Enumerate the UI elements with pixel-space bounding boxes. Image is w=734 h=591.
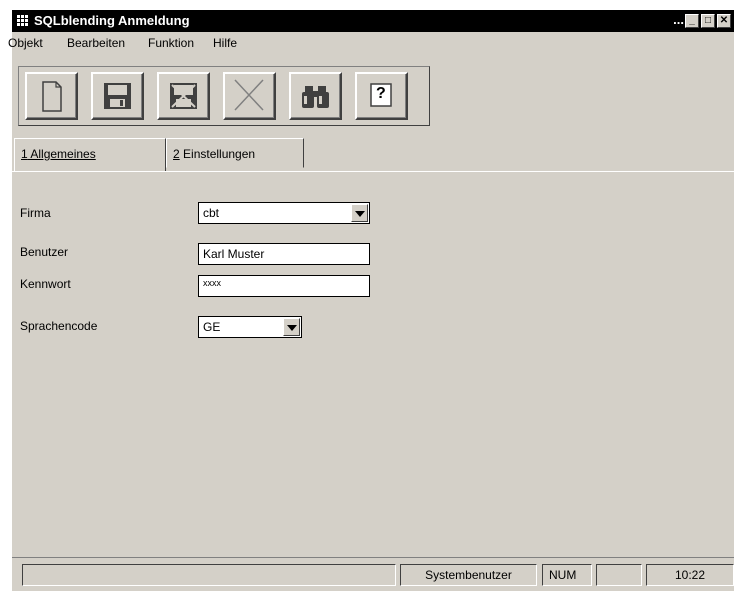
menu-objekt[interactable]: Objekt <box>8 36 43 50</box>
kennwort-label: Kennwort <box>20 277 71 291</box>
x-icon <box>234 79 264 111</box>
binoculars-icon <box>302 86 329 108</box>
close-icon: ✕ <box>719 15 729 26</box>
status-message <box>22 564 396 586</box>
new-document-button[interactable] <box>25 72 78 120</box>
tab-hotkey: 1 <box>21 147 28 161</box>
status-user: Systembenutzer <box>400 564 537 586</box>
help-label: ? <box>376 85 386 102</box>
application-window: SQLblending Anmeldung ... _ □ ✕ Objekt B… <box>8 10 734 591</box>
benutzer-field[interactable]: Karl Muster <box>198 243 370 265</box>
help-button[interactable]: ? <box>355 72 408 120</box>
maximize-icon: □ <box>704 15 712 26</box>
tab-divider <box>12 171 734 172</box>
app-grid-icon <box>17 15 28 26</box>
tab-hotkey: 2 <box>173 147 180 161</box>
delete-button[interactable] <box>223 72 276 120</box>
status-extra <box>596 564 642 586</box>
toolbar: ? <box>18 66 430 126</box>
menu-funktion[interactable]: Funktion <box>148 36 194 50</box>
floppy-disk-icon <box>104 83 131 109</box>
chevron-down-icon[interactable] <box>283 318 300 336</box>
tab-label: Einstellungen <box>179 147 256 161</box>
tab-allgemeines[interactable]: 1 Allgemeines <box>14 138 166 171</box>
save-close-button[interactable] <box>157 72 210 120</box>
benutzer-label: Benutzer <box>20 245 69 259</box>
kennwort-field[interactable]: xxxx <box>198 275 370 297</box>
tab-strip: 1 Allgemeines 2 Einstellungen <box>12 138 734 172</box>
chevron-down-icon[interactable] <box>351 204 368 222</box>
menu-hilfe[interactable]: Hilfe <box>213 36 237 50</box>
menu-bar: Objekt Bearbeiten Funktion Hilfe <box>8 34 734 52</box>
window-title: SQLblending Anmeldung <box>34 13 190 28</box>
title-dots: ... <box>673 12 684 27</box>
title-bar[interactable]: SQLblending Anmeldung ... _ □ ✕ <box>12 10 734 32</box>
firma-label: Firma <box>20 206 51 220</box>
menu-bearbeiten[interactable]: Bearbeiten <box>67 36 125 50</box>
status-bar: Systembenutzer NUM 10:22 <box>12 558 734 591</box>
sprachencode-value: GE <box>203 320 221 334</box>
new-document-icon <box>42 81 62 112</box>
sprachencode-label: Sprachencode <box>20 319 98 333</box>
minimize-button[interactable]: _ <box>685 14 699 28</box>
save-button[interactable] <box>91 72 144 120</box>
search-button[interactable] <box>289 72 342 120</box>
tab-einstellungen[interactable]: 2 Einstellungen <box>166 138 304 168</box>
minimize-icon: _ <box>689 15 695 26</box>
firma-select[interactable]: cbt <box>198 202 370 224</box>
save-delete-icon <box>170 83 197 109</box>
status-time: 10:22 <box>646 564 734 586</box>
sprachencode-select[interactable]: GE <box>198 316 302 338</box>
tab-label: Allgemeines <box>27 147 96 161</box>
close-button[interactable]: ✕ <box>717 14 731 28</box>
status-num: NUM <box>542 564 592 586</box>
maximize-button[interactable]: □ <box>701 14 715 28</box>
firma-value: cbt <box>203 206 220 220</box>
